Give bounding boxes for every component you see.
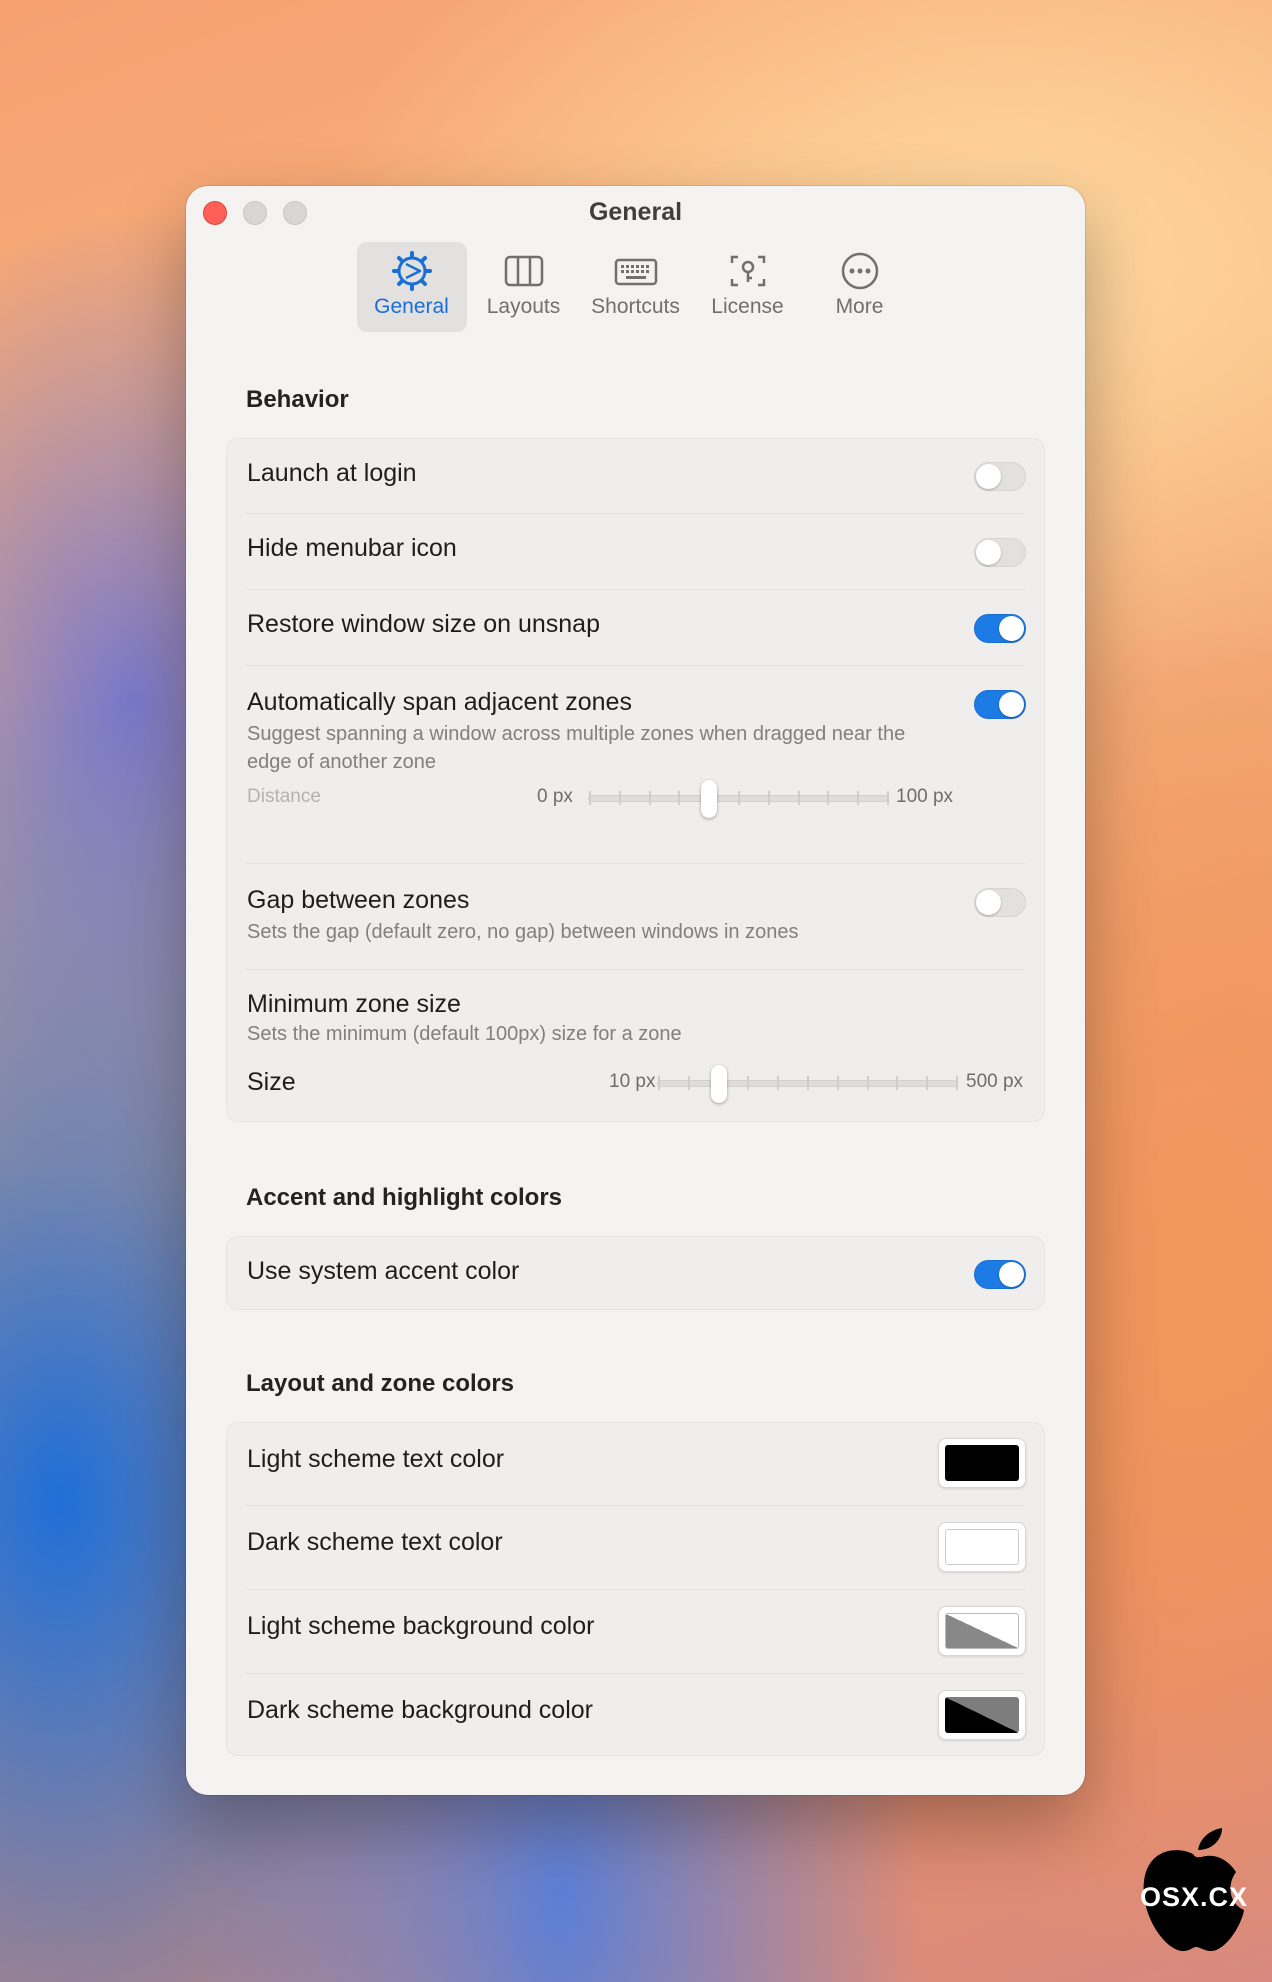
distance-slider-tick bbox=[589, 791, 591, 805]
window-title: General bbox=[588, 198, 683, 226]
distance-max-label: 100 px bbox=[896, 786, 954, 807]
light-bg-color-label: Light scheme background color bbox=[247, 1612, 595, 1640]
launch-at-login-toggle[interactable] bbox=[974, 462, 1026, 491]
distance-slider-tick bbox=[618, 791, 621, 805]
dark-bg-color-row: Dark scheme background color bbox=[245, 1674, 1026, 1754]
dark-text-color-row: Dark scheme text color bbox=[245, 1506, 1026, 1590]
hide-menubar-icon-label: Hide menubar icon bbox=[247, 534, 457, 562]
tab-more-label: More bbox=[835, 295, 884, 318]
tab-shortcuts-label: Shortcuts bbox=[591, 295, 680, 318]
distance-slider-tick bbox=[738, 791, 740, 805]
tab-more[interactable]: More bbox=[805, 242, 915, 332]
launch-at-login-row: Launch at login bbox=[245, 439, 1026, 514]
light-bg-color-well[interactable] bbox=[938, 1606, 1026, 1656]
distance-slider-tick bbox=[827, 791, 830, 805]
size-slider-tick bbox=[658, 1076, 660, 1090]
behavior-group: Launch at login Hide menubar icon Restor… bbox=[226, 438, 1045, 1122]
distance-slider-tick bbox=[648, 791, 651, 805]
dark-text-color-label: Dark scheme text color bbox=[247, 1528, 503, 1556]
light-text-color-label: Light scheme text color bbox=[247, 1445, 505, 1473]
size-max-label: 500 px bbox=[966, 1071, 1024, 1092]
layout-colors-heading: Layout and zone colors bbox=[246, 1370, 515, 1397]
key-icon bbox=[730, 255, 765, 287]
gap-between-zones-row: Gap between zones Sets the gap (default … bbox=[245, 864, 1026, 970]
size-slider-tick bbox=[807, 1076, 809, 1090]
span-adjacent-label: Automatically span adjacent zones bbox=[247, 688, 632, 716]
tab-general-label: General bbox=[374, 295, 449, 318]
use-system-accent-label: Use system accent color bbox=[247, 1257, 520, 1285]
restore-window-size-toggle[interactable] bbox=[974, 614, 1026, 643]
tab-license-label: License bbox=[711, 295, 784, 318]
light-text-color-row: Light scheme text color bbox=[245, 1423, 1026, 1506]
hide-menubar-icon-toggle[interactable] bbox=[974, 538, 1026, 567]
accent-heading: Accent and highlight colors bbox=[246, 1184, 563, 1211]
distance-slider-thumb[interactable] bbox=[701, 780, 717, 818]
tab-shortcuts[interactable]: Shortcuts bbox=[581, 242, 691, 332]
span-adjacent-description: Suggest spanning a window across multipl… bbox=[247, 723, 906, 773]
dark-bg-color-well[interactable] bbox=[938, 1690, 1026, 1740]
size-slider-thumb[interactable] bbox=[711, 1065, 728, 1103]
distance-min-label: 0 px bbox=[537, 786, 573, 807]
span-adjacent-toggle[interactable] bbox=[974, 690, 1026, 719]
size-slider-tick bbox=[687, 1076, 690, 1090]
tab-layouts[interactable]: Layouts bbox=[469, 242, 579, 332]
keyboard-icon bbox=[614, 258, 657, 286]
size-min-label: 10 px bbox=[609, 1071, 656, 1092]
size-slider-tick bbox=[926, 1076, 929, 1090]
size-slider-tick bbox=[956, 1076, 958, 1090]
use-system-accent-row: Use system accent color bbox=[245, 1237, 1026, 1309]
distance-slider[interactable] bbox=[588, 780, 889, 818]
distance-slider-tick bbox=[767, 791, 770, 805]
columns-icon bbox=[504, 255, 543, 287]
use-system-accent-toggle[interactable] bbox=[974, 1260, 1026, 1289]
accent-group: Use system accent color bbox=[226, 1236, 1045, 1310]
dark-text-color-well[interactable] bbox=[938, 1522, 1026, 1572]
size-slider-tick bbox=[777, 1076, 780, 1090]
size-label: Size bbox=[247, 1068, 296, 1096]
restore-window-size-row: Restore window size on unsnap bbox=[245, 590, 1026, 666]
layout-colors-group: Light scheme text color Dark scheme text… bbox=[226, 1422, 1045, 1756]
behavior-heading: Behavior bbox=[246, 386, 349, 413]
distance-slider-tick bbox=[887, 791, 889, 805]
minimum-zone-size-row: Minimum zone size Sets the minimum (defa… bbox=[245, 970, 1026, 1121]
distance-label: Distance bbox=[247, 786, 321, 807]
tab-layouts-label: Layouts bbox=[486, 295, 561, 318]
gap-between-zones-label: Gap between zones bbox=[247, 886, 470, 914]
watermark-text: OSX.CX bbox=[1140, 1882, 1249, 1912]
minimum-zone-size-label: Minimum zone size bbox=[247, 990, 461, 1018]
size-slider-tick bbox=[866, 1076, 869, 1090]
restore-window-size-label: Restore window size on unsnap bbox=[247, 610, 600, 638]
size-slider-tick bbox=[836, 1076, 839, 1090]
toolbar-tabs: General Layouts Shortcuts License More bbox=[186, 242, 1085, 332]
size-slider[interactable] bbox=[657, 1065, 958, 1103]
gap-between-zones-description: Sets the gap (default zero, no gap) betw… bbox=[247, 921, 799, 943]
preferences-window: General General Layouts Shortcuts Licens… bbox=[186, 186, 1085, 1795]
size-slider-tick bbox=[747, 1076, 750, 1090]
dark-bg-color-label: Dark scheme background color bbox=[247, 1696, 593, 1724]
light-text-color-well[interactable] bbox=[938, 1438, 1026, 1488]
size-slider-tick bbox=[896, 1076, 899, 1090]
hide-menubar-icon-row: Hide menubar icon bbox=[245, 514, 1026, 590]
gear-icon bbox=[391, 251, 432, 291]
distance-slider-tick bbox=[678, 791, 681, 805]
minimum-zone-size-description: Sets the minimum (default 100px) size fo… bbox=[247, 1023, 682, 1045]
distance-slider-tick bbox=[857, 791, 860, 805]
ellipsis-icon bbox=[841, 252, 878, 290]
distance-slider-tick bbox=[797, 791, 800, 805]
tab-general[interactable]: General bbox=[356, 242, 467, 332]
light-bg-color-row: Light scheme background color bbox=[245, 1590, 1026, 1674]
span-adjacent-row: Automatically span adjacent zones Sugges… bbox=[245, 666, 1026, 864]
gap-between-zones-toggle[interactable] bbox=[974, 888, 1026, 917]
tab-license[interactable]: License bbox=[693, 242, 803, 332]
launch-at-login-label: Launch at login bbox=[247, 459, 417, 487]
